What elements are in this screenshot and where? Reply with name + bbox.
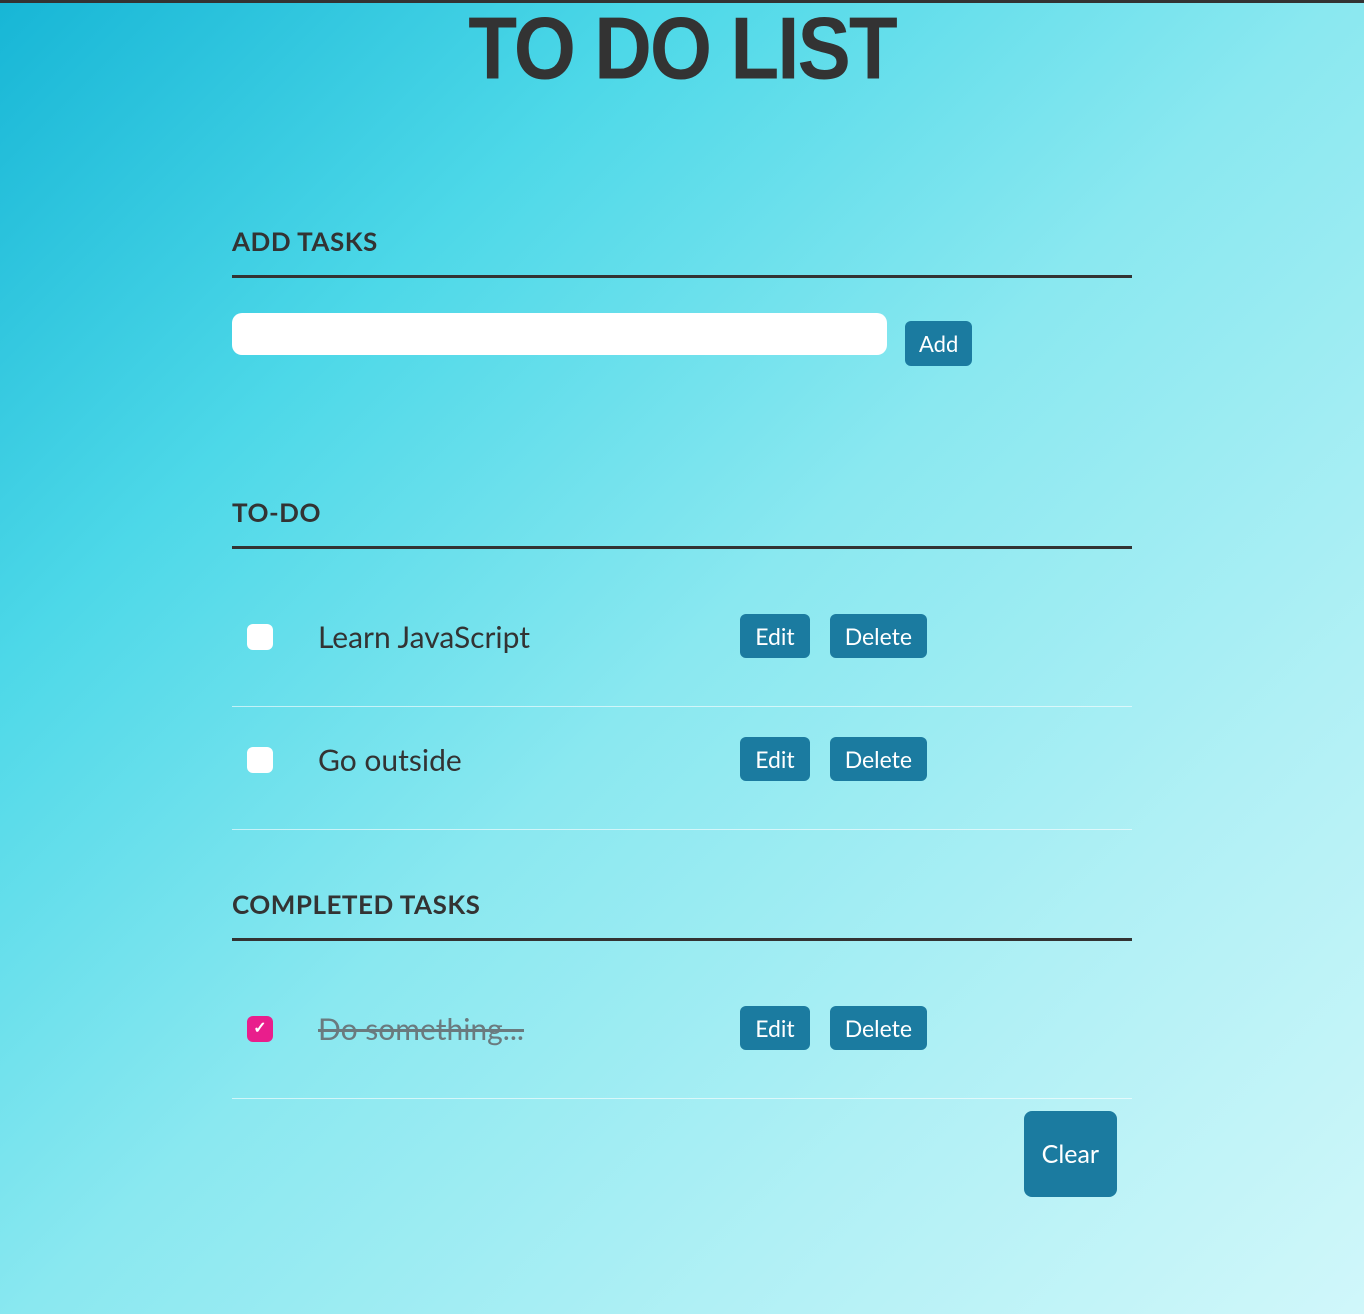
delete-button[interactable]: Delete — [830, 614, 927, 658]
clear-button[interactable]: Clear — [1024, 1111, 1117, 1197]
task-label: Learn JavaScript — [318, 619, 740, 655]
task-checkbox[interactable] — [247, 624, 273, 650]
task-actions: Edit Delete — [740, 614, 927, 658]
clear-row: Clear — [232, 1099, 1132, 1197]
todo-list: Learn JavaScript Edit Delete Go outside … — [232, 584, 1132, 830]
task-actions: Edit Delete — [740, 1006, 927, 1050]
edit-button[interactable]: Edit — [740, 1006, 809, 1050]
task-label: Do something... — [318, 1011, 740, 1047]
task-label: Go outside — [318, 742, 740, 778]
add-tasks-header: ADD TASKS — [232, 225, 1132, 257]
add-task-row: Add — [232, 313, 1132, 366]
divider — [232, 938, 1132, 941]
completed-list: Do something... Edit Delete — [232, 976, 1132, 1099]
task-item: Do something... Edit Delete — [232, 976, 1132, 1099]
task-checkbox[interactable] — [247, 1016, 273, 1042]
task-item: Learn JavaScript Edit Delete — [232, 584, 1132, 707]
add-tasks-section: ADD TASKS Add — [232, 225, 1132, 366]
delete-button[interactable]: Delete — [830, 737, 927, 781]
completed-header: COMPLETED TASKS — [232, 888, 1132, 920]
divider — [232, 275, 1132, 278]
todo-header: TO-DO — [232, 496, 1132, 528]
edit-button[interactable]: Edit — [740, 614, 809, 658]
page-title: TO DO LIST — [232, 0, 1132, 100]
completed-section: COMPLETED TASKS Do something... Edit Del… — [232, 888, 1132, 1197]
divider — [232, 546, 1132, 549]
new-task-input[interactable] — [232, 313, 887, 355]
task-item: Go outside Edit Delete — [232, 707, 1132, 830]
add-button[interactable]: Add — [905, 321, 972, 366]
task-actions: Edit Delete — [740, 737, 927, 781]
task-checkbox[interactable] — [247, 747, 273, 773]
todo-section: TO-DO Learn JavaScript Edit Delete Go ou… — [232, 496, 1132, 830]
delete-button[interactable]: Delete — [830, 1006, 927, 1050]
edit-button[interactable]: Edit — [740, 737, 809, 781]
